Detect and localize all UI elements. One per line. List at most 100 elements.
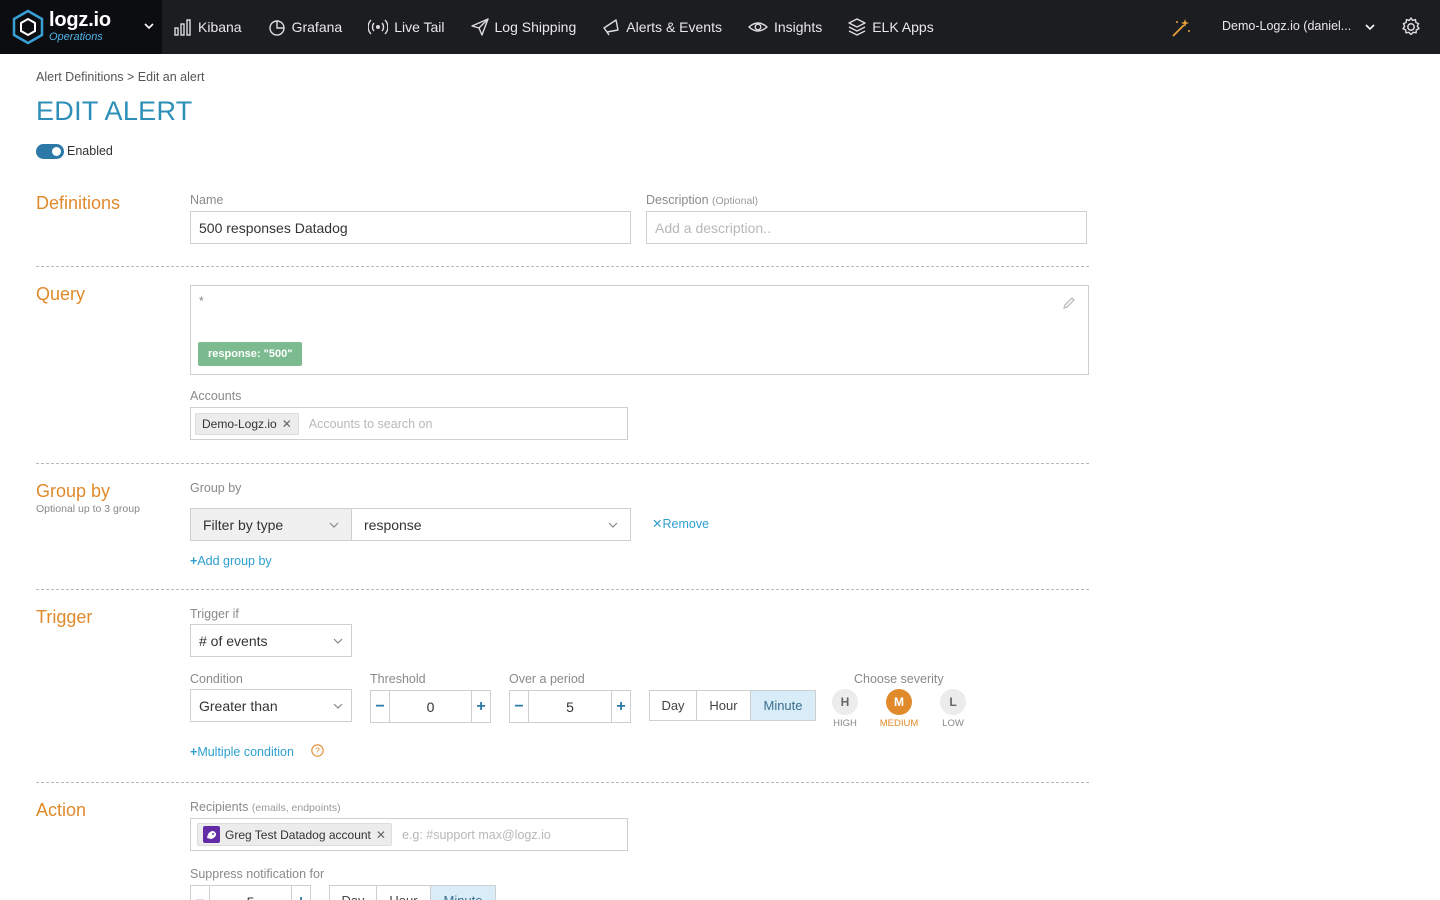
accounts-input[interactable]: Demo-Logz.io ✕ Accounts to search on <box>190 407 628 440</box>
recipients-hint: (emails, endpoints) <box>251 802 341 814</box>
group-field-value: response <box>364 516 422 533</box>
section-query: Query <box>36 284 86 304</box>
threshold-label: Threshold <box>370 672 426 686</box>
brand-sub: Operations <box>49 31 103 43</box>
description-input[interactable]: Add a description.. <box>646 211 1087 244</box>
enabled-toggle[interactable] <box>36 144 64 159</box>
megaphone-icon <box>603 19 619 36</box>
remove-group-link[interactable]: ✕Remove <box>652 516 709 531</box>
layers-icon <box>848 18 866 36</box>
query-editor[interactable]: * response: "500" <box>190 285 1089 375</box>
account-selector[interactable]: Demo-Logz.io (daniel... <box>1222 19 1351 33</box>
chevron-down-icon <box>608 522 618 528</box>
suppress-label: Suppress notification for <box>190 867 325 881</box>
period-stepper[interactable]: − 5 + <box>509 690 631 723</box>
chevron-down-icon[interactable] <box>1364 21 1376 33</box>
group-field-select[interactable]: response <box>351 508 631 541</box>
datadog-icon <box>203 826 220 843</box>
help-circle-icon[interactable]: ? <box>311 744 324 757</box>
gear-icon[interactable] <box>1400 16 1422 38</box>
nav-alerts-events[interactable]: Alerts & Events <box>602 0 722 54</box>
unit-minute[interactable]: Minute <box>431 886 495 900</box>
account-chip-label: Demo-Logz.io <box>202 416 277 431</box>
close-icon[interactable]: ✕ <box>282 417 292 431</box>
section-action: Action <box>36 800 87 820</box>
suppress-stepper[interactable]: − 5 + <box>190 885 311 900</box>
minus-button[interactable]: − <box>191 886 209 900</box>
plus-button[interactable]: + <box>472 691 490 722</box>
suppress-unit-toggle: Day Hour Minute <box>329 885 496 900</box>
eye-icon <box>747 22 768 32</box>
breadcrumb[interactable]: Alert Definitions > Edit an alert <box>36 70 205 84</box>
unit-hour[interactable]: Hour <box>697 691 751 720</box>
recipient-chip-label: Greg Test Datadog account <box>225 827 371 842</box>
recipients-input[interactable]: Greg Test Datadog account ✕ e.g: #suppor… <box>190 818 628 851</box>
trigger-if-label: Trigger if <box>190 607 239 621</box>
unit-minute[interactable]: Minute <box>751 691 815 720</box>
accounts-label: Accounts <box>190 389 242 403</box>
unit-day[interactable]: Day <box>650 691 697 720</box>
nav-label: Grafana <box>291 19 343 35</box>
threshold-stepper[interactable]: − 0 + <box>370 690 491 723</box>
severity-high[interactable]: H <box>832 689 858 715</box>
unit-day[interactable]: Day <box>330 886 377 900</box>
nav-log-shipping[interactable]: Log Shipping <box>470 0 577 54</box>
close-icon[interactable]: ✕ <box>376 828 386 842</box>
nav-insights[interactable]: Insights <box>747 0 823 54</box>
description-placeholder: Add a description.. <box>655 219 771 236</box>
divider <box>36 463 1089 464</box>
condition-select[interactable]: Greater than <box>190 689 352 722</box>
nav-elk-apps[interactable]: ELK Apps <box>848 0 934 54</box>
nav-label: Log Shipping <box>494 19 577 35</box>
broadcast-icon <box>368 19 389 35</box>
magic-wand-icon[interactable] <box>1170 17 1192 39</box>
description-label: Description (Optional) <box>646 193 758 207</box>
page-title: EDIT ALERT <box>36 96 193 126</box>
logo-cube-icon <box>12 9 44 45</box>
nav-label: Insights <box>773 19 823 35</box>
nav-grafana[interactable]: Grafana <box>268 0 343 54</box>
group-by-subtitle: Optional up to 3 group <box>36 503 140 515</box>
description-label-text: Description <box>646 193 709 207</box>
section-definitions: Definitions <box>36 193 121 213</box>
divider <box>36 589 1089 590</box>
add-group-by-link[interactable]: +Add group by <box>190 554 272 568</box>
nav-label: Kibana <box>198 19 242 35</box>
pencil-icon[interactable] <box>1062 296 1076 310</box>
chevron-down-icon[interactable] <box>143 20 155 32</box>
severity-label: Choose severity <box>854 672 944 686</box>
name-label: Name <box>190 193 224 207</box>
add-group-by-label: Add group by <box>197 554 272 568</box>
minus-button[interactable]: − <box>371 691 389 722</box>
trigger-if-value: # of events <box>199 632 268 649</box>
name-input[interactable]: 500 responses Datadog <box>190 211 631 244</box>
chevron-down-icon <box>333 638 343 644</box>
account-chip: Demo-Logz.io ✕ <box>195 412 299 435</box>
nav-live-tail[interactable]: Live Tail <box>368 0 445 54</box>
period-unit-toggle: Day Hour Minute <box>649 690 816 721</box>
section-group-by: Group by <box>36 481 111 501</box>
severity-high-label: HIGH <box>833 718 857 729</box>
nav-label: ELK Apps <box>872 19 934 35</box>
minus-button[interactable]: − <box>510 691 528 722</box>
plus-button[interactable]: + <box>612 691 630 722</box>
trigger-if-select[interactable]: # of events <box>190 624 352 657</box>
severity-low[interactable]: L <box>940 689 966 715</box>
top-nav: logz.io Operations Kibana Grafana Live T… <box>0 0 1440 54</box>
period-value[interactable]: 5 <box>528 691 612 722</box>
severity-medium[interactable]: M <box>886 689 912 715</box>
query-filter-pill[interactable]: response: "500" <box>198 342 303 366</box>
plus-button[interactable]: + <box>292 886 310 900</box>
unit-hour[interactable]: Hour <box>377 886 431 900</box>
multiple-condition-link[interactable]: +Multiple condition <box>190 745 294 759</box>
query-text: * <box>199 294 204 308</box>
nav-kibana[interactable]: Kibana <box>174 0 242 54</box>
period-label: Over a period <box>509 672 585 686</box>
brand-name: logz.io <box>49 9 111 31</box>
brand-logo[interactable]: logz.io Operations <box>0 0 162 54</box>
nav-label: Live Tail <box>394 19 445 35</box>
filter-type-select[interactable]: Filter by type <box>190 508 352 541</box>
nav-label: Alerts & Events <box>626 19 722 35</box>
threshold-value[interactable]: 0 <box>389 691 472 722</box>
suppress-value[interactable]: 5 <box>209 886 292 900</box>
